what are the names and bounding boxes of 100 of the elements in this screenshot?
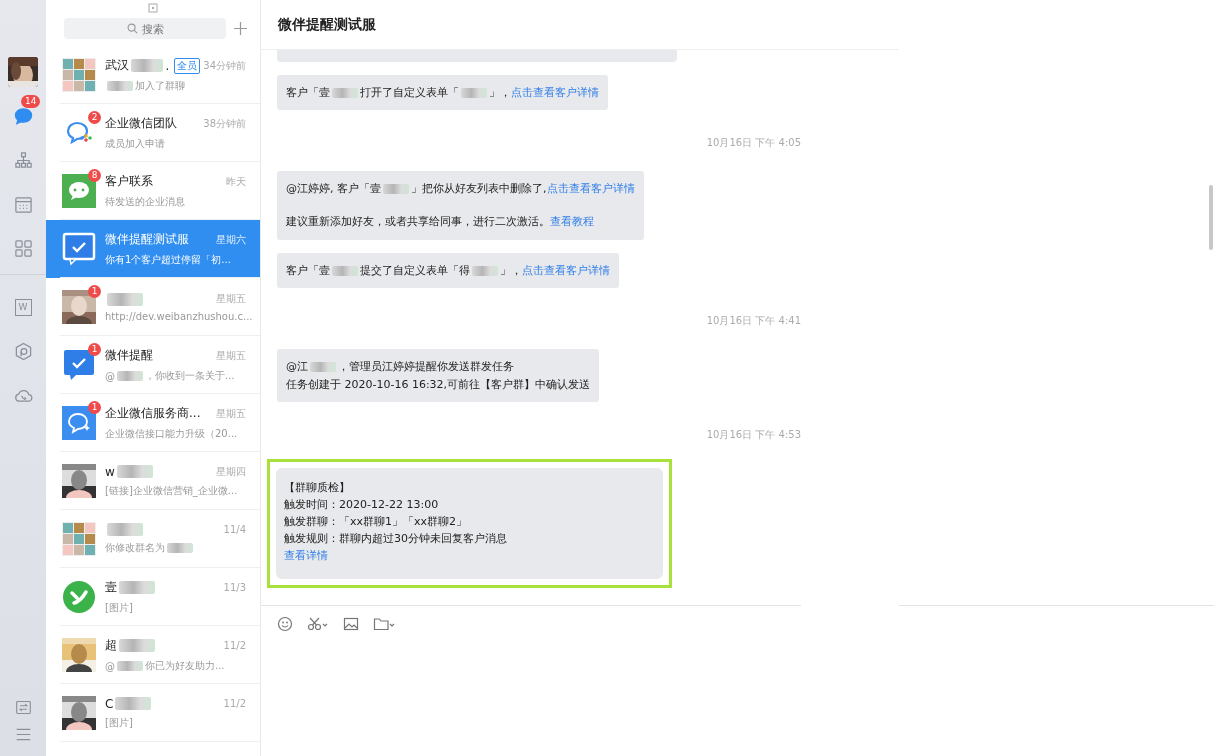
chat-icon[interactable] <box>13 106 33 126</box>
unread-badge: 1 <box>88 401 101 414</box>
redacted-mark <box>116 465 153 478</box>
message-time: 星期五 <box>216 348 246 363</box>
redacted-mark <box>107 523 143 536</box>
contact-name: 客户联系 <box>105 173 153 190</box>
unread-badge: 1 <box>88 343 101 356</box>
message-text: 触发规则：群聊内超过30分钟未回复客户消息 <box>284 531 507 546</box>
message-text: @江 <box>286 359 308 374</box>
apps-icon[interactable] <box>13 238 33 258</box>
contact-name: w <box>105 464 115 479</box>
message-text: 」把你从好友列表中删除了, <box>411 181 547 196</box>
contact-name: C <box>105 696 114 711</box>
redacted-mark <box>107 292 143 306</box>
message-preview: @ <box>105 370 115 382</box>
screenshot-icon[interactable] <box>307 615 329 632</box>
redacted-mark <box>472 265 498 276</box>
conversation-item[interactable]: w 星期四 [链接]企业微信营销_企业微... <box>46 452 260 510</box>
message-time: 星期六 <box>216 232 246 247</box>
redacted-mark <box>131 59 164 72</box>
message-preview: 待发送的企业消息 <box>105 195 185 209</box>
message-text: 提交了自定义表单「得 <box>360 263 470 278</box>
redacted-mark <box>107 81 133 91</box>
timestamp: 10月16日 下午 4:41 <box>706 314 801 328</box>
redacted-mark <box>383 183 409 194</box>
message-time: 星期四 <box>216 464 246 479</box>
message-preview: 加入了群聊 <box>135 79 185 93</box>
message-preview: 成员加入申请 <box>105 137 165 151</box>
switch-icon[interactable] <box>14 699 32 716</box>
message-time: 11/4 <box>223 524 246 535</box>
message-text: 【群聊质检】 <box>284 480 350 495</box>
redacted-mark <box>119 639 155 652</box>
message-text: 触发群聊：「xx群聊1」「xx群聊2」 <box>284 514 468 529</box>
search-field[interactable]: 搜索 <box>63 18 226 39</box>
member-tag: 全员 <box>174 57 201 74</box>
message-time: 34分钟前 <box>203 58 246 73</box>
search-icon <box>126 23 138 34</box>
add-icon[interactable] <box>233 22 247 35</box>
message-preview: http://dev.weibanzhushou.c... <box>105 311 253 322</box>
hexagon-icon[interactable] <box>13 341 33 361</box>
message-text: 触发时间：2020-12-22 13:00 <box>284 497 439 512</box>
menu-icon[interactable] <box>14 726 32 743</box>
message-preview: 你修改群名为 <box>105 541 165 555</box>
chat-title: 微伴提醒测试服 <box>278 15 376 34</box>
redacted-mark <box>167 543 193 553</box>
brand-logo-icon <box>62 580 96 614</box>
window-icon[interactable] <box>148 3 158 13</box>
redacted-mark <box>332 265 358 276</box>
folder-icon[interactable] <box>373 615 395 632</box>
conversation-item[interactable]: 武汉 . 全员 34分钟前 加入了群聊 <box>46 46 260 104</box>
org-chart-icon[interactable] <box>13 150 33 170</box>
timestamp: 10月16日 下午 4:05 <box>706 136 801 150</box>
message-text: 建议重新添加好友，或者共享给同事，进行二次激活。 <box>286 214 550 229</box>
unread-badge: 2 <box>88 111 101 124</box>
contact-name: 企业微信服务商... <box>105 405 201 422</box>
conversation-item[interactable]: 1 企业微信服务商... 星期五 企业微信接口能力升级（20... <box>46 394 260 452</box>
contact-name: 超 <box>105 637 117 654</box>
message-preview: [链接]企业微信营销_企业微... <box>105 483 238 498</box>
message-preview: @ <box>105 660 115 672</box>
contact-name: 壹 <box>105 579 117 596</box>
message-preview: 你有1个客户超过停留「初... <box>105 253 231 267</box>
redacted-mark <box>115 697 152 710</box>
unread-badge: 8 <box>88 169 101 182</box>
message-text: ，管理员江婷婷提醒你发送群发任务 <box>338 359 514 374</box>
message-text: 打开了自定义表单「 <box>360 85 459 100</box>
contact-name: 武汉 <box>105 57 129 74</box>
message-time: 星期五 <box>216 292 246 306</box>
timestamp: 10月16日 下午 4:53 <box>706 428 801 442</box>
conversation-item[interactable]: 1 星期五 http://dev.weibanzhushou.c... <box>46 278 260 336</box>
message-text: @江婷婷, 客户「壹 <box>286 181 381 196</box>
contact-name: 微伴提醒测试服 <box>105 231 189 248</box>
message-text: 」， <box>489 85 511 100</box>
message-preview: [图片] <box>105 715 133 730</box>
calendar-icon[interactable] <box>13 194 33 214</box>
conversation-item[interactable]: 壹 11/3 [图片] <box>46 568 260 626</box>
message-time: 11/2 <box>223 640 246 651</box>
message-preview: [图片] <box>105 601 133 615</box>
redacted-mark <box>119 581 155 594</box>
message-time: 11/2 <box>223 698 246 709</box>
checkmark-icon <box>62 232 96 266</box>
conversation-item[interactable]: C 11/2 [图片] <box>46 684 260 742</box>
redacted-mark <box>117 661 143 671</box>
contact-name: 微伴提醒 <box>105 347 153 364</box>
image-icon[interactable] <box>343 615 359 632</box>
redacted-mark <box>461 87 487 98</box>
redacted-mark <box>332 87 358 98</box>
conversation-item[interactable]: 2 企业微信团队 38分钟前 成员加入申请 <box>46 104 260 162</box>
message-time: 昨天 <box>226 174 246 189</box>
message-text: 」， <box>500 263 522 278</box>
message-preview: 你已为好友助力... <box>145 659 225 673</box>
conversation-item[interactable]: 超 11/2 @ 你已为好友助力... <box>46 626 260 684</box>
redacted-mark <box>117 371 143 381</box>
message-time: 38分钟前 <box>203 116 246 131</box>
contact-name: . <box>165 58 170 73</box>
emoji-icon[interactable] <box>277 615 293 632</box>
message-text: 任务创建于 2020-10-16 16:32,可前往【客户群】中确认发送 <box>286 377 591 392</box>
message-time: 11/3 <box>223 582 246 593</box>
contact-name: 企业微信团队 <box>105 115 177 132</box>
message-text: 客户「壹 <box>286 85 330 100</box>
conversation-item[interactable]: 8 客户联系 昨天 待发送的企业消息 <box>46 162 260 220</box>
